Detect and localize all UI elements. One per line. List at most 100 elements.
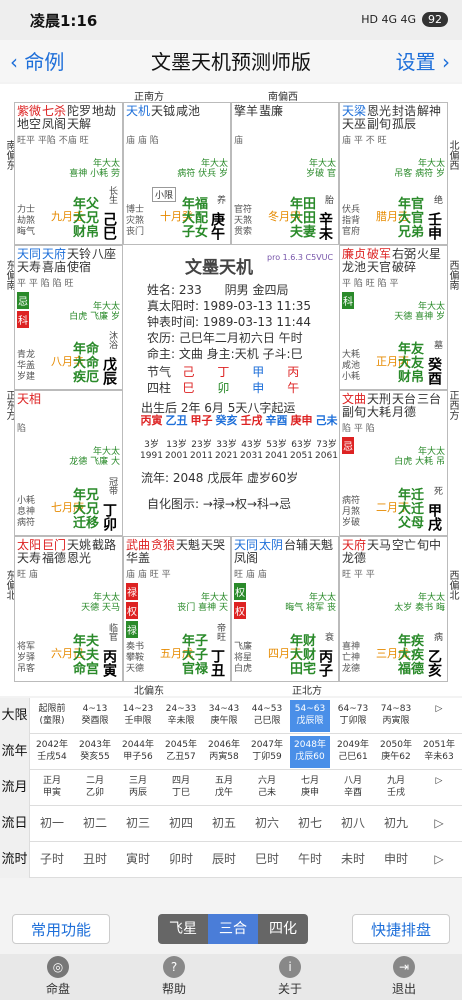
palace-stars: 廉贞破军右弼火星龙池天官破碎	[342, 248, 447, 274]
dayun-year: 2001	[165, 451, 188, 461]
daxian-cell[interactable]: ▷	[419, 700, 459, 732]
daxian-cell[interactable]: 64~73 丁卯限	[333, 700, 373, 732]
liunian-cell[interactable]: 2050年 庚午62	[376, 736, 416, 768]
palace-name: 年兄 大兄 迁移	[73, 488, 100, 531]
liuri-cell[interactable]: 初三	[118, 808, 158, 840]
gods-list: 飞廉 将星 白虎	[234, 642, 253, 674]
minor-stars: 年大太 丧门 喜神 天	[177, 593, 228, 613]
liushi-cell[interactable]: 午时	[290, 844, 330, 876]
ganzhi-label: 丁卯	[101, 503, 117, 531]
liuyue-cell[interactable]: ▷	[419, 772, 459, 804]
liuyue-cell[interactable]: 八月 辛酉	[333, 772, 373, 804]
dayun-year: 2021	[215, 451, 238, 461]
liuri-cell[interactable]: 初六	[247, 808, 287, 840]
star-label: 天哭	[201, 538, 226, 552]
liuri-cell[interactable]: 初九	[376, 808, 416, 840]
tab-exit[interactable]: ⇥ 退出	[374, 956, 434, 997]
palace-cell-yin[interactable]: 太阳巨门天姚截路天寿福德恩光旺 庙年大太 天德 天马 将军 岁驿 吊客 六月己 年夫 …	[14, 536, 123, 682]
daxian-cell[interactable]: 74~83 丙寅限	[376, 700, 416, 732]
quick-chart-button[interactable]: 快捷排盘	[352, 914, 450, 944]
liushi-cell[interactable]: 巳时	[247, 844, 287, 876]
liuri-cell[interactable]: 初八	[333, 808, 373, 840]
tab-mingpan[interactable]: ◎ 命盘	[28, 956, 88, 997]
changsheng-label: 帝旺	[215, 623, 225, 641]
liuri-cell[interactable]: 初七	[290, 808, 330, 840]
palace-cell-chen[interactable]: 天同天府天铃八座天寿喜庙使宿平 平 陷 陷 旺忌科年大太 白虎 飞廉 岁青龙 华…	[14, 245, 123, 390]
liushi-cell[interactable]: 卯时	[161, 844, 201, 876]
bottom-tools: 常用功能 飞星 三合 四化 快捷排盘	[0, 906, 462, 954]
palace-cell-chou[interactable]: 武曲贪狼天魁天哭华盖庙 庙 旺 平禄权禄年大太 丧门 喜神 天奏书 攀鞍 天德五…	[123, 536, 231, 682]
daxian-cell[interactable]: 34~43 庚午限	[204, 700, 244, 732]
liushi-cell[interactable]: ▷	[419, 844, 459, 876]
gods-list: 将军 岁驿 吊客	[17, 642, 36, 674]
palace-cell-mao[interactable]: 天相陷年大太 龙德 飞廉 大小耗 息神 病符 七月庚 年兄 大兄 迁移 冠带 丁卯	[14, 390, 123, 536]
liuri-cell[interactable]: 初二	[75, 808, 115, 840]
liuri-cell[interactable]: 初一	[32, 808, 72, 840]
liunian-cell[interactable]: 2044年 甲子56	[118, 736, 158, 768]
liuri-cell[interactable]: 初四	[161, 808, 201, 840]
liunian-cell[interactable]: 2043年 癸亥55	[75, 736, 115, 768]
liuyue-cell[interactable]: 三月 丙辰	[118, 772, 158, 804]
liuyue-cell[interactable]: 四月 丁巳	[161, 772, 201, 804]
liuri-cell[interactable]: 初五	[204, 808, 244, 840]
dayun-strip: 丙寅 3岁 1991 乙丑 13岁 2001 甲子 23岁 2011 癸亥 33岁 2021 壬戌 43岁…	[139, 415, 339, 475]
star-label: 天官	[367, 260, 392, 274]
ganzhi-label: 丁丑	[209, 649, 225, 677]
tab-about[interactable]: i 关于	[260, 956, 320, 997]
liushi-cell[interactable]: 子时	[32, 844, 72, 876]
star-label: 天钺	[151, 104, 176, 118]
tab-help[interactable]: ? 帮助	[144, 956, 204, 997]
gods-list: 伏兵 指背 官府	[342, 205, 361, 237]
common-functions-button[interactable]: 常用功能	[12, 914, 110, 944]
page-title: 文墨天机预测师版	[151, 50, 311, 74]
liunian-cell[interactable]: 2048年 戊辰60	[290, 736, 330, 768]
gods-list: 病符 月煞 岁破	[342, 496, 361, 528]
palace-cell-si[interactable]: 紫微七杀陀罗地劫地空凤阁天解 旺平 平陷 不庙 旺年大太 喜神 小耗 劳力士 劫煞…	[14, 102, 123, 245]
liunian-cell[interactable]: 2045年 乙丑57	[161, 736, 201, 768]
liuri-cell[interactable]: ▷	[419, 808, 459, 840]
seg-sihua[interactable]: 四化	[258, 914, 308, 944]
star-label: 天寿	[17, 260, 42, 274]
palace-cell-xu[interactable]: 文曲天刑天台三台副旬大耗月德陷 平 陷忌年大太 白虎 大耗 吊病符 月煞 岁破二…	[339, 390, 448, 536]
liunian-cell[interactable]: 2047年 丁卯59	[247, 736, 287, 768]
daxian-cell[interactable]: 14~23 壬申限	[118, 700, 158, 732]
star-label: 天解	[67, 117, 92, 131]
daxian-cell[interactable]: 起限前 (童限)	[32, 700, 72, 732]
liuyue-cell[interactable]: 二月 乙卯	[75, 772, 115, 804]
daxian-cell[interactable]: 4~13 癸酉限	[75, 700, 115, 732]
liunian-cell[interactable]: 2051年 辛未63	[419, 736, 459, 768]
liunian-cell[interactable]: 2042年 壬戌54	[32, 736, 72, 768]
palace-cell-hai[interactable]: 天府天马空亡旬中龙德旺 平 平年大太 太岁 奏书 晦喜神 亡神 龙德 三月戊 年疾 …	[339, 536, 448, 682]
seg-feixing[interactable]: 飞星	[158, 914, 208, 944]
dayun-ganzhi: 甲子	[190, 414, 213, 427]
palace-cell-wei[interactable]: 擎羊蜚廉庙年大太 岁破 官官符 天煞 贯索 冬月甲 年田 大田 夫妻胎辛未	[231, 102, 339, 245]
palace-cell-wu[interactable]: 天机天钺咸池庙 庙 陷年大太 病符 伏兵 岁博士 灾煞 丧门 十月癸 年福 大配 子…	[123, 102, 231, 245]
star-brightness: 平 陷 旺 陷 平	[342, 279, 399, 289]
liuyue-cell[interactable]: 六月 己未	[247, 772, 287, 804]
palace-stars: 太阳巨门天姚截路天寿福德恩光	[17, 539, 122, 565]
liuyue-cell[interactable]: 九月 壬戌	[376, 772, 416, 804]
minor-stars: 年大太 天德 天马	[81, 593, 120, 613]
liunian-cell[interactable]: 2049年 己巳61	[333, 736, 373, 768]
liuyue-cell[interactable]: 七月 庚申	[290, 772, 330, 804]
liushi-cell[interactable]: 辰时	[204, 844, 244, 876]
daxian-cell[interactable]: 24~33 辛未限	[161, 700, 201, 732]
liuyue-cell[interactable]: 五月 戊午	[204, 772, 244, 804]
palace-cell-zi[interactable]: 天同太阴台辅天魁凤阁旺 庙 庙权权年大太 晦气 将军 丧飞廉 将星 白虎 四月丁年…	[231, 536, 339, 682]
liushi-cell[interactable]: 寅时	[118, 844, 158, 876]
star-label: 擎羊	[234, 104, 259, 118]
palace-cell-shen[interactable]: 天梁恩光封诰解神天巫副旬孤辰庙 平 不 旺年大太 吊客 病符 岁伏兵 指背 官府…	[339, 102, 448, 245]
liunian-cell[interactable]: 2046年 丙寅58	[204, 736, 244, 768]
liuyue-cell[interactable]: 正月 甲寅	[32, 772, 72, 804]
daxian-cell[interactable]: 54~63 戊辰限	[290, 700, 330, 732]
palace-cell-you[interactable]: 廉贞破军右弼火星龙池天官破碎平 陷 旺 陷 平科年大太 天德 喜神 岁大耗 咸池…	[339, 245, 448, 390]
liushi-cell[interactable]: 申时	[376, 844, 416, 876]
sihua-badge: 权	[126, 602, 138, 619]
seg-sanhe[interactable]: 三合	[208, 914, 258, 944]
liushi-cell[interactable]: 未时	[333, 844, 373, 876]
liushi-cell[interactable]: 丑时	[75, 844, 115, 876]
battery-indicator: 92	[422, 12, 448, 27]
daxian-cell[interactable]: 44~53 己巳限	[247, 700, 287, 732]
sihua-badge: 科	[17, 311, 29, 328]
settings-button[interactable]: 设置 ›	[396, 46, 450, 75]
